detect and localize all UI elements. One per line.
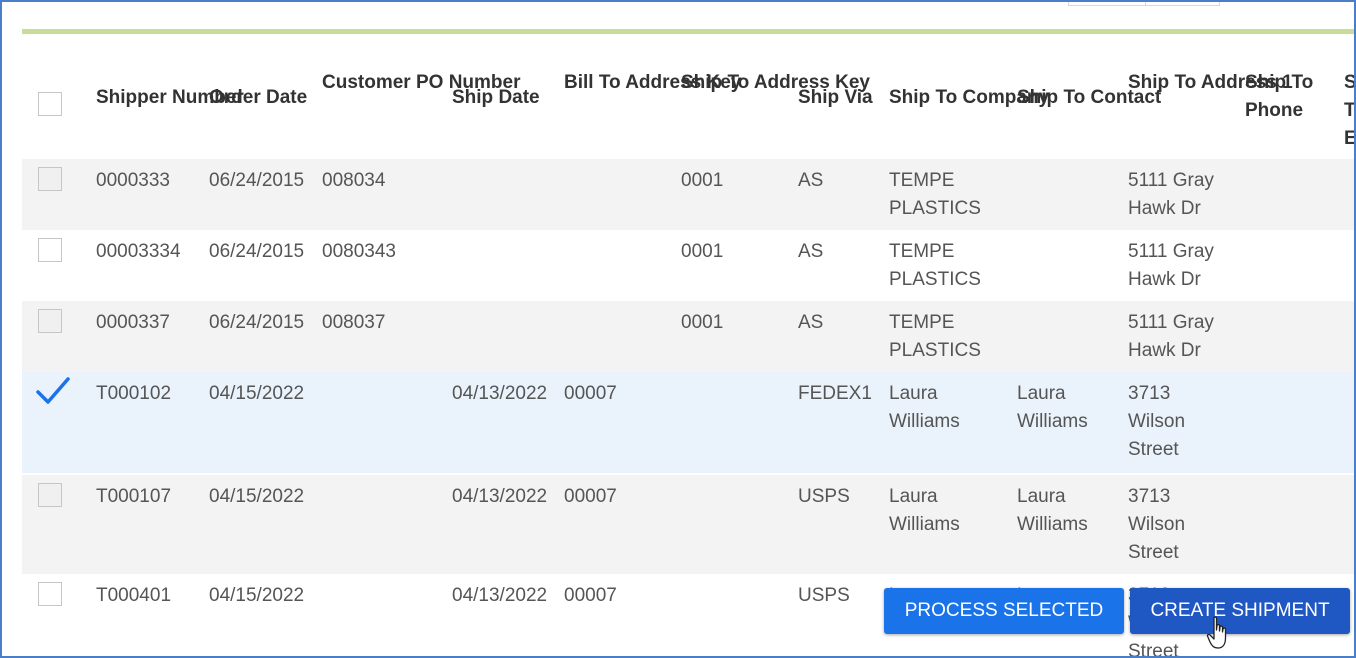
process-selected-button[interactable]: PROCESS SELECTED [884,588,1124,634]
cell-ship-to-key: 0001 [681,170,724,191]
cell-ship-via: FEDEX1 [798,383,872,404]
cell-ship-to-address1: 5111 Gray Hawk Dr [1128,241,1214,290]
header-ship-date[interactable]: Ship Date [452,84,540,112]
header-accent-bar [22,29,1354,34]
create-shipment-button[interactable]: CREATE SHIPMENT [1130,588,1350,634]
cell-shipper-number: 0000333 [96,170,170,191]
cell-order-date: 04/15/2022 [209,383,305,404]
row-checkbox[interactable] [38,582,62,606]
hand-cursor-icon [1206,616,1227,649]
cell-ship-via: AS [798,241,824,262]
cell-ship-to-address1: 5111 Gray Hawk Dr [1128,170,1214,219]
cell-ship-to-company: TEMPE PLASTICS [889,241,981,290]
cell-order-date: 04/15/2022 [209,486,305,507]
cell-shipper-number: T000107 [96,486,172,507]
cell-ship-to-company: TEMPE PLASTICS [889,170,981,219]
top-tab-strip [1068,2,1220,6]
cell-bill-to: 00007 [564,383,617,404]
cell-ship-via: USPS [798,486,850,507]
cell-ship-to-company: Laura Williams [889,383,960,432]
cell-shipper-number: 0000337 [96,312,170,333]
cell-order-date: 04/15/2022 [209,585,305,606]
cell-ship-to-address1: 5111 Gray Hawk Dr [1128,312,1214,361]
cell-shipper-number: T000401 [96,585,172,606]
cell-ship-to-company: TEMPE PLASTICS [889,312,981,361]
header-cut-off-column[interactable]: S T E [1344,69,1354,153]
cell-ship-via: AS [798,170,824,191]
select-all-checkbox[interactable] [38,92,62,116]
cell-ship-date: 04/13/2022 [452,585,548,606]
row-checkbox[interactable] [38,483,62,507]
cell-order-date: 06/24/2015 [209,170,305,191]
cell-customer-po: 0080343 [322,241,396,262]
cell-customer-po: 008034 [322,170,386,191]
cell-ship-date: 04/13/2022 [452,486,548,507]
header-order-date[interactable]: Order Date [209,84,307,112]
cell-shipper-number: T000102 [96,383,172,404]
cell-ship-via: AS [798,312,824,333]
cell-order-date: 06/24/2015 [209,312,305,333]
cell-bill-to: 00007 [564,486,617,507]
cell-ship-to-contact: Laura Williams [1017,486,1088,535]
cell-bill-to: 00007 [564,585,617,606]
cell-ship-date: 04/13/2022 [452,383,548,404]
cell-customer-po: 008037 [322,312,386,333]
cell-ship-to-contact: Laura Williams [1017,383,1088,432]
checkmark-icon[interactable] [36,376,70,406]
row-checkbox[interactable] [38,238,62,262]
cell-order-date: 06/24/2015 [209,241,305,262]
cell-ship-to-address1: 3713 Wilson Street [1128,383,1186,460]
row-checkbox[interactable] [38,167,62,191]
cell-ship-to-address1: 3713 Wilson Street [1128,486,1186,563]
cell-ship-to-key: 0001 [681,241,724,262]
header-ship-via[interactable]: Ship Via [798,84,873,112]
header-ship-to-phone[interactable]: Ship To Phone [1245,69,1354,125]
cell-ship-via: USPS [798,585,850,606]
cell-ship-to-key: 0001 [681,312,724,333]
grid-window: Shipper Number Order Date Customer PO Nu… [0,0,1356,658]
cell-shipper-number: 00003334 [96,241,181,262]
cell-ship-to-company: Laura Williams [889,486,960,535]
row-checkbox[interactable] [38,309,62,333]
